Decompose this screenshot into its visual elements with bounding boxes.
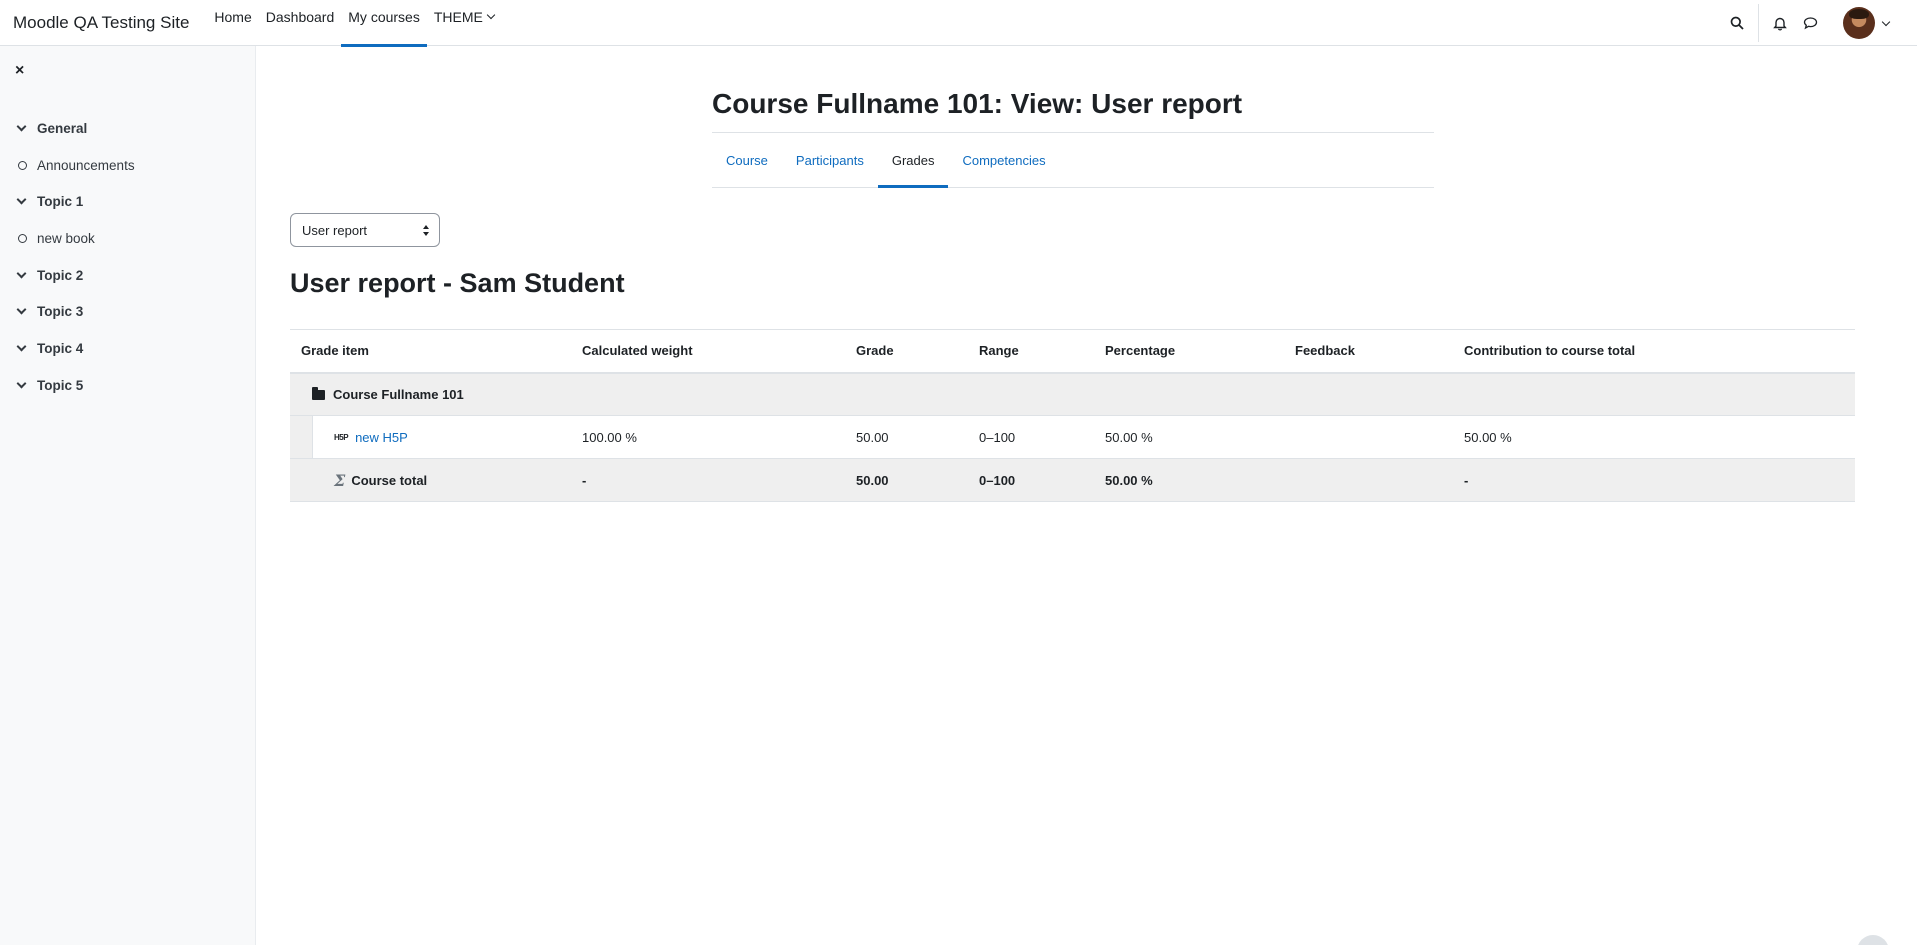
report-heading: User report - Sam Student: [290, 268, 625, 298]
column-header-contribution: Contribution to course total: [1453, 329, 1855, 374]
user-menu-chevron-down-icon[interactable]: [1881, 17, 1891, 26]
navbar-divider: [1758, 4, 1759, 42]
grade-item-cell: H5P new H5P: [290, 415, 571, 459]
report-type-value: User report: [302, 222, 368, 238]
course-index-section-topic-3[interactable]: Topic 3: [0, 293, 256, 330]
sigma-icon: Σ: [334, 470, 346, 490]
grade-item-inner: H5P new H5P: [312, 416, 571, 458]
course-total-row: Σ Course total - 50.00 0–100 50.00 % -: [290, 458, 1855, 502]
column-header-grade: Grade: [845, 329, 968, 374]
total-weight-cell: -: [571, 458, 845, 502]
search-icon[interactable]: [1726, 12, 1748, 34]
column-header-feedback: Feedback: [1284, 329, 1453, 374]
course-index-drawer: × General Announcements Topic 1 new book…: [0, 46, 256, 945]
contribution-cell: 50.00 %: [1453, 415, 1855, 459]
secondary-navigation: Course Participants Grades Competencies: [712, 133, 1434, 188]
column-header-calculated-weight: Calculated weight: [571, 329, 845, 374]
course-index-section-topic-1[interactable]: Topic 1: [0, 183, 256, 220]
course-index-section-topic-5[interactable]: Topic 5: [0, 367, 256, 404]
user-grade-table: Grade item Calculated weight Grade Range…: [290, 329, 1855, 502]
section-label[interactable]: General: [37, 121, 87, 136]
select-arrows-icon: [423, 225, 429, 237]
grade-item-link[interactable]: new H5P: [355, 430, 408, 445]
total-contribution-cell: -: [1453, 458, 1855, 502]
table-header-row: Grade item Calculated weight Grade Range…: [290, 329, 1855, 374]
category-row: Course Fullname 101: [290, 372, 1855, 416]
total-grade-cell: 50.00: [845, 458, 968, 502]
course-index-section-topic-4[interactable]: Topic 4: [0, 330, 256, 367]
nav-theme-menu[interactable]: THEME: [427, 0, 501, 46]
chevron-down-icon[interactable]: [16, 194, 27, 205]
nav-my-courses[interactable]: My courses: [341, 0, 427, 47]
chevron-down-icon[interactable]: [16, 378, 27, 389]
column-header-grade-item: Grade item: [290, 329, 571, 374]
chevron-down-icon[interactable]: [16, 341, 27, 352]
circle-icon: [18, 160, 27, 170]
table-row: H5P new H5P 100.00 % 50.00 0–100 50.00 %…: [290, 415, 1855, 459]
range-cell: 0–100: [968, 415, 1094, 459]
course-total-cell: Σ Course total: [290, 458, 571, 502]
category-label-group: Course Fullname 101: [312, 387, 1855, 402]
total-feedback-cell: [1284, 458, 1453, 502]
course-total-name: Course total: [351, 472, 428, 488]
h5p-icon: H5P: [334, 432, 349, 442]
activity-label[interactable]: Announcements: [37, 158, 135, 173]
top-navbar: Moodle QA Testing Site Home Dashboard My…: [0, 0, 1917, 47]
tab-competencies[interactable]: Competencies: [948, 133, 1059, 187]
page-header: Course Fullname 101: View: User report C…: [712, 88, 1434, 188]
column-header-range: Range: [968, 329, 1094, 374]
bell-icon[interactable]: [1769, 12, 1791, 34]
tab-participants[interactable]: Participants: [782, 133, 878, 187]
nav-home[interactable]: Home: [207, 0, 258, 46]
weight-cell: 100.00 %: [571, 415, 845, 459]
course-index-section-topic-2[interactable]: Topic 2: [0, 257, 256, 294]
section-label[interactable]: Topic 3: [37, 304, 83, 319]
category-cell: Course Fullname 101: [290, 372, 1855, 416]
total-range-cell: 0–100: [968, 458, 1094, 502]
circle-icon: [18, 233, 27, 243]
avatar[interactable]: [1843, 7, 1875, 39]
section-label[interactable]: Topic 4: [37, 341, 83, 356]
column-header-percentage: Percentage: [1094, 329, 1284, 374]
chevron-down-icon[interactable]: [16, 268, 27, 279]
course-index-activity-new-book[interactable]: new book: [0, 220, 256, 257]
report-type-select[interactable]: User report: [290, 213, 440, 247]
section-label[interactable]: Topic 2: [37, 268, 83, 283]
chat-icon[interactable]: [1799, 12, 1821, 34]
chevron-down-icon: [486, 10, 496, 20]
navbar-actions: [1726, 0, 1917, 46]
close-drawer-icon[interactable]: ×: [15, 63, 29, 79]
feedback-cell: [1284, 415, 1453, 459]
chevron-down-icon[interactable]: [16, 121, 27, 132]
nav-theme-label: THEME: [433, 8, 483, 25]
tab-grades[interactable]: Grades: [877, 133, 949, 188]
activity-label[interactable]: new book: [37, 231, 95, 246]
nav-dashboard[interactable]: Dashboard: [259, 0, 342, 46]
folder-icon: [312, 387, 325, 401]
back-to-top-button[interactable]: [1857, 935, 1889, 945]
course-total-label-group: Σ Course total: [334, 471, 571, 490]
section-label[interactable]: Topic 1: [37, 194, 83, 209]
page-title: Course Fullname 101: View: User report: [712, 88, 1434, 133]
course-index-section-general[interactable]: General: [0, 110, 256, 147]
chevron-down-icon[interactable]: [16, 304, 27, 315]
category-name: Course Fullname 101: [333, 386, 464, 402]
section-label[interactable]: Topic 5: [37, 378, 83, 393]
percentage-cell: 50.00 %: [1094, 415, 1284, 459]
total-percentage-cell: 50.00 %: [1094, 458, 1284, 502]
tab-course[interactable]: Course: [712, 133, 782, 187]
course-index: General Announcements Topic 1 new book T…: [0, 110, 256, 404]
grade-cell: 50.00: [845, 415, 968, 459]
site-brand[interactable]: Moodle QA Testing Site: [13, 13, 189, 33]
course-index-activity-announcements[interactable]: Announcements: [0, 147, 256, 184]
primary-navigation: Home Dashboard My courses THEME: [207, 0, 501, 47]
